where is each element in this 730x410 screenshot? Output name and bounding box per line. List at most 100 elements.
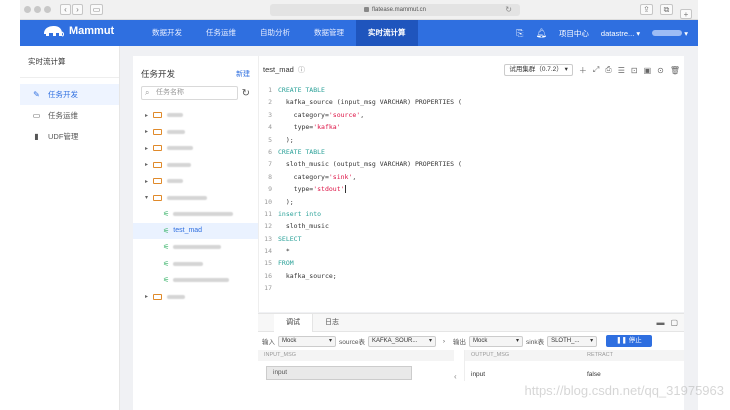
tree-folder[interactable]: ▸ (133, 124, 258, 141)
format-icon[interactable]: ☰ (618, 66, 625, 75)
back-icon[interactable]: ‹ (60, 4, 71, 15)
tab-debug[interactable]: 调试 (274, 313, 313, 332)
code-token: , (352, 172, 357, 181)
code-line: 10 ); (263, 196, 684, 208)
add-icon[interactable]: ＋ (579, 65, 587, 76)
delete-icon[interactable]: 🗑︎ (670, 66, 680, 75)
sidebar-item-task-ops[interactable]: ▭ 任务运维 (20, 105, 119, 126)
fullscreen-icon[interactable]: ⤢ (593, 65, 599, 75)
tree-folder-open[interactable]: ▾ (133, 190, 258, 207)
refresh-icon[interactable]: ↻ (242, 88, 250, 99)
brand-logo[interactable]: Mammut (42, 25, 114, 37)
tree-folder[interactable]: ▸ (133, 157, 258, 174)
new-tab-icon[interactable]: + (680, 9, 692, 19)
editor-toolbar: 试用集群（0.7.2） ▾ ＋ ⤢ ⎙ ☰ ⊡ ▣ ⊙ 🗑︎ (504, 64, 680, 76)
pencil-icon: ✎ (33, 90, 40, 99)
task-search-input[interactable]: ⌕ 任务名称 (141, 86, 238, 100)
tree-task[interactable]: ⚟ (133, 206, 258, 223)
stream-task-icon: ⚟ (163, 227, 170, 235)
reload-icon[interactable]: ↻ (505, 4, 512, 16)
tree-task-selected[interactable]: ⚟ test_mad (133, 222, 258, 239)
document-icon: ▮ (34, 132, 39, 141)
nav-self-analysis[interactable]: 自助分析 (248, 20, 302, 46)
maximize-icon[interactable]: ▢ (670, 318, 678, 327)
user-menu[interactable]: ▾ (652, 29, 688, 38)
window-controls[interactable] (24, 6, 51, 13)
line-number: 2 (268, 98, 272, 107)
tree-folder[interactable]: ▸ (133, 107, 258, 124)
chevron-right-icon: ▸ (145, 112, 149, 119)
tree-folder[interactable]: ▸ (133, 140, 258, 157)
cluster-select[interactable]: 试用集群（0.7.2） ▾ (504, 64, 573, 76)
save-icon[interactable]: ▣ (644, 66, 652, 75)
code-line: 8 category='sink', (263, 171, 684, 183)
code-line: 4 type='kafka' (263, 121, 684, 133)
nav-right: ⎘ 🔔︎ 项目中心 datastre... ▾ ▾ (516, 20, 688, 46)
nav-data-mgmt[interactable]: 数据管理 (302, 20, 356, 46)
input-data-panel: INPUT_MSG input (258, 350, 454, 381)
org-selector[interactable]: datastre... ▾ (601, 29, 640, 38)
brand-name: Mammut (69, 25, 115, 37)
run-icon[interactable]: ⊙ (657, 66, 664, 75)
sidebar-item-label: 任务开发 (48, 90, 78, 99)
tree-folder[interactable]: ▸ (133, 289, 258, 306)
tree-task[interactable]: ⚟ (133, 272, 258, 289)
sidebar: 实时流计算 ✎ 任务开发 ▭ 任务运维 ▮ UDF管理 (20, 46, 120, 410)
forward-icon[interactable]: › (72, 4, 83, 15)
line-number: 3 (268, 110, 272, 119)
folder-icon (153, 128, 162, 135)
input-mode-value: Mock (282, 337, 297, 344)
info-icon[interactable]: ⓘ (298, 67, 305, 74)
output-value: input (471, 370, 486, 378)
code-area[interactable]: 1 CREATE TABLE 2 kafka_source (input_msg V… (259, 84, 684, 295)
exit-icon[interactable]: ⎘ (516, 28, 523, 39)
input-mode-select[interactable]: Mock ▾ (278, 335, 336, 347)
sidebar-item-udf[interactable]: ▮ UDF管理 (20, 126, 119, 147)
sink-table-select[interactable]: SLOTH_... ▾ (547, 335, 598, 347)
chevron-down-icon: ▾ (145, 195, 149, 202)
collapse-icon[interactable]: ▬ (656, 318, 664, 327)
mammoth-icon (44, 26, 64, 37)
code-token: , (360, 110, 365, 119)
tab-log[interactable]: 日志 (313, 314, 351, 332)
output-row: input false (465, 367, 684, 381)
chevron-right-icon[interactable]: › (439, 338, 449, 345)
code-text: sloth_music (output_msg VARCHAR) PROPERT… (278, 158, 462, 170)
debug-io: INPUT_MSG input ‹ OUTPUT_MSG RETRACT inp… (258, 350, 684, 381)
output-mode-select[interactable]: Mock ▾ (469, 335, 524, 347)
sidebar-title: 实时流计算 (20, 46, 119, 78)
share-icon[interactable]: ⇪ (640, 4, 653, 15)
line-number: 13 (264, 234, 272, 243)
tabs-icon[interactable]: ⧉ (660, 4, 673, 15)
line-number: 1 (268, 86, 272, 94)
pause-icon: ❚❚ (616, 337, 627, 344)
stop-button[interactable]: ❚❚ 停止 (606, 335, 652, 347)
chevron-down-icon: ▾ (516, 337, 520, 344)
sidebar-item-task-dev[interactable]: ✎ 任务开发 (20, 84, 119, 105)
source-table-select[interactable]: KAFKA_SOUR... ▾ (368, 335, 437, 347)
code-text: kafka_source; (278, 270, 337, 282)
tree-folder[interactable]: ▸ (133, 173, 258, 190)
nav-realtime-compute[interactable]: 实时流计算 (356, 20, 418, 46)
code-token: ); (278, 135, 294, 144)
input-value-cell[interactable]: input (266, 366, 412, 380)
task-title: test_mad (263, 65, 294, 74)
new-task-link[interactable]: 新建 (236, 69, 250, 79)
tree-task[interactable]: ⚟ (133, 239, 258, 256)
address-bar[interactable]: flatease.mammut.cn ↻ (270, 4, 520, 16)
bell-icon[interactable]: 🔔︎ (535, 28, 546, 39)
debug-tabs: 调试 日志 ▬ ▢ (258, 313, 684, 332)
project-center-link[interactable]: 项目中心 (559, 28, 589, 39)
nav-task-ops[interactable]: 任务运维 (194, 20, 248, 46)
task-name (173, 245, 222, 250)
tree-title: 任务开发 (141, 69, 176, 79)
tree-task[interactable]: ⚟ (133, 256, 258, 273)
export-icon[interactable]: ⎙ (605, 65, 611, 75)
code-text: FROM (278, 257, 294, 269)
sidebar-toggle-icon[interactable]: ▭ (90, 4, 103, 15)
lock-icon[interactable]: ⊡ (631, 66, 638, 75)
code-token: kafka_source (input_msg VARCHAR) PROPERT… (278, 98, 462, 107)
nav-data-dev[interactable]: 数据开发 (140, 20, 194, 46)
chevron-left-icon[interactable]: ‹ (454, 350, 464, 381)
search-icon: ⌕ (145, 88, 150, 97)
